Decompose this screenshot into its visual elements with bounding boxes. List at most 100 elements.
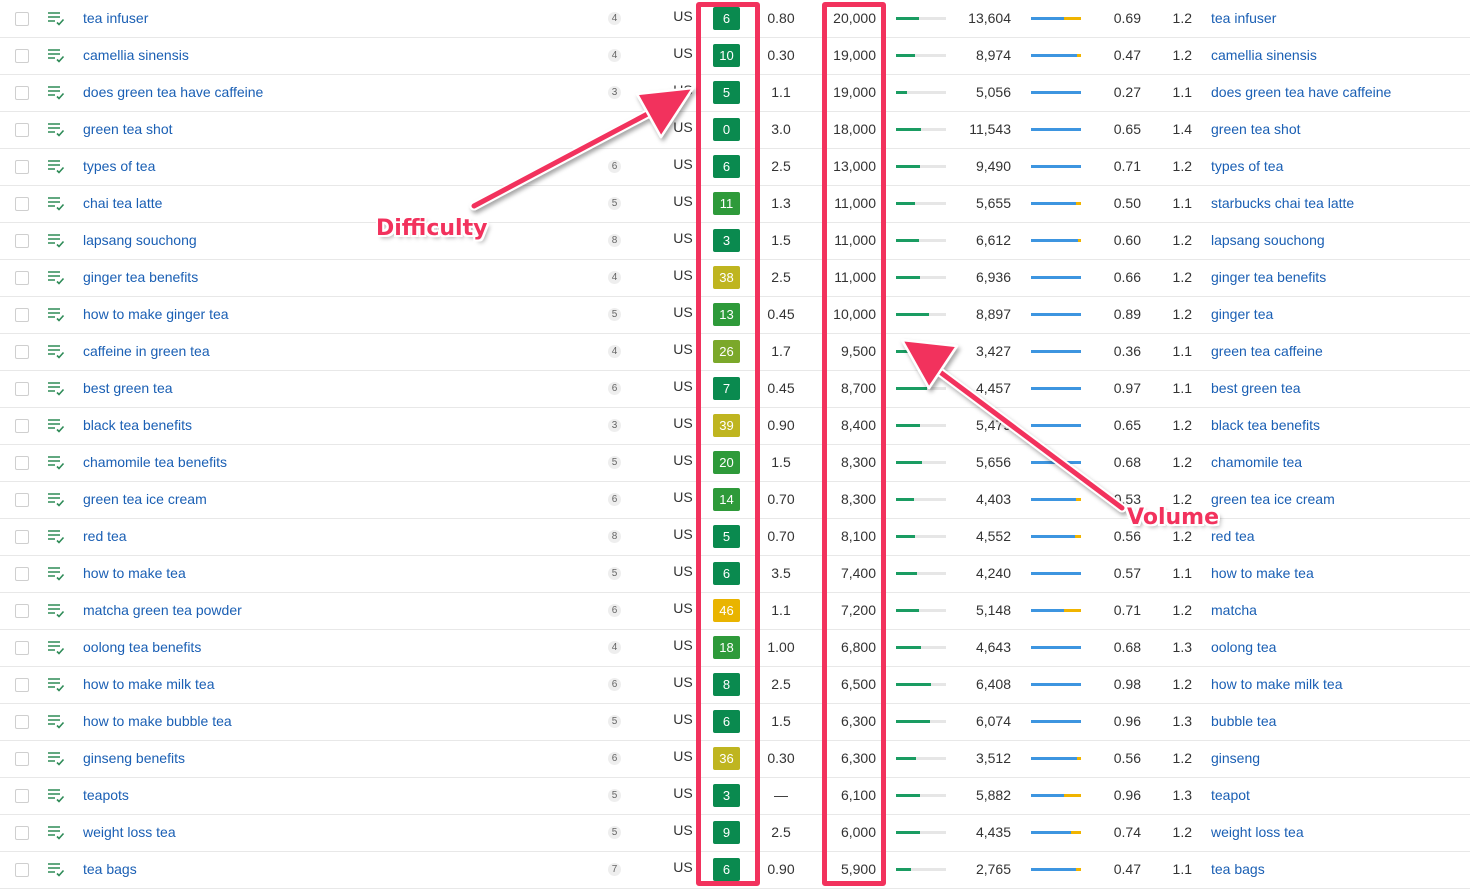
parent-topic-link[interactable]: bubble tea (1211, 703, 1276, 740)
serp-features-badge[interactable]: 5 (608, 715, 621, 728)
serp-features-badge[interactable]: 6 (608, 752, 621, 765)
parent-topic-link[interactable]: ginseng (1211, 740, 1260, 777)
add-to-list-icon[interactable] (47, 824, 65, 840)
serp-features-badge[interactable]: 6 (608, 678, 621, 691)
add-to-list-icon[interactable] (47, 491, 65, 507)
keyword-link[interactable]: teapots (83, 777, 129, 814)
serp-features-badge[interactable]: 5 (608, 456, 621, 469)
row-checkbox[interactable] (15, 530, 29, 544)
keyword-link[interactable]: ginger tea benefits (83, 259, 198, 296)
serp-features-badge[interactable]: 3 (608, 419, 621, 432)
row-checkbox[interactable] (15, 160, 29, 174)
row-checkbox[interactable] (15, 234, 29, 248)
add-to-list-icon[interactable] (47, 121, 65, 137)
row-checkbox[interactable] (15, 641, 29, 655)
keyword-link[interactable]: how to make ginger tea (83, 296, 229, 333)
serp-features-badge[interactable]: 5 (608, 308, 621, 321)
keyword-link[interactable]: green tea ice cream (83, 481, 207, 518)
add-to-list-icon[interactable] (47, 47, 65, 63)
row-checkbox[interactable] (15, 456, 29, 470)
serp-features-badge[interactable]: 5 (608, 826, 621, 839)
serp-features-badge[interactable]: 4 (608, 49, 621, 62)
parent-topic-link[interactable]: weight loss tea (1211, 814, 1304, 851)
keyword-link[interactable]: green tea shot (83, 111, 173, 148)
parent-topic-link[interactable]: ginger tea benefits (1211, 259, 1326, 296)
keyword-link[interactable]: tea bags (83, 851, 137, 888)
keyword-link[interactable]: red tea (83, 518, 127, 555)
add-to-list-icon[interactable] (47, 158, 65, 174)
serp-features-badge[interactable]: 5 (608, 789, 621, 802)
row-checkbox[interactable] (15, 271, 29, 285)
row-checkbox[interactable] (15, 86, 29, 100)
serp-features-badge[interactable]: 5 (608, 567, 621, 580)
serp-features-badge[interactable]: 6 (608, 160, 621, 173)
parent-topic-link[interactable]: oolong tea (1211, 629, 1276, 666)
row-checkbox[interactable] (15, 123, 29, 137)
serp-features-badge[interactable]: 6 (608, 382, 621, 395)
serp-features-badge[interactable]: 8 (608, 530, 621, 543)
add-to-list-icon[interactable] (47, 343, 65, 359)
add-to-list-icon[interactable] (47, 528, 65, 544)
add-to-list-icon[interactable] (47, 10, 65, 26)
keyword-link[interactable]: how to make bubble tea (83, 703, 232, 740)
serp-features-badge[interactable]: 4 (608, 641, 621, 654)
row-checkbox[interactable] (15, 789, 29, 803)
keyword-link[interactable]: weight loss tea (83, 814, 176, 851)
parent-topic-link[interactable]: black tea benefits (1211, 407, 1320, 444)
keyword-link[interactable]: black tea benefits (83, 407, 192, 444)
keyword-link[interactable]: does green tea have caffeine (83, 74, 263, 111)
keyword-link[interactable]: how to make tea (83, 555, 186, 592)
add-to-list-icon[interactable] (47, 713, 65, 729)
add-to-list-icon[interactable] (47, 84, 65, 100)
add-to-list-icon[interactable] (47, 639, 65, 655)
parent-topic-link[interactable]: green tea caffeine (1211, 333, 1323, 370)
add-to-list-icon[interactable] (47, 380, 65, 396)
parent-topic-link[interactable]: green tea shot (1211, 111, 1301, 148)
parent-topic-link[interactable]: tea infuser (1211, 0, 1276, 37)
serp-features-badge[interactable]: 4 (608, 12, 621, 25)
keyword-link[interactable]: oolong tea benefits (83, 629, 201, 666)
parent-topic-link[interactable]: camellia sinensis (1211, 37, 1317, 74)
keyword-link[interactable]: chai tea latte (83, 185, 162, 222)
add-to-list-icon[interactable] (47, 861, 65, 877)
keyword-link[interactable]: types of tea (83, 148, 155, 185)
parent-topic-link[interactable]: how to make tea (1211, 555, 1314, 592)
row-checkbox[interactable] (15, 49, 29, 63)
keyword-link[interactable]: best green tea (83, 370, 173, 407)
add-to-list-icon[interactable] (47, 602, 65, 618)
row-checkbox[interactable] (15, 567, 29, 581)
keyword-link[interactable]: chamomile tea benefits (83, 444, 227, 481)
row-checkbox[interactable] (15, 493, 29, 507)
parent-topic-link[interactable]: does green tea have caffeine (1211, 74, 1391, 111)
row-checkbox[interactable] (15, 826, 29, 840)
row-checkbox[interactable] (15, 715, 29, 729)
parent-topic-link[interactable]: teapot (1211, 777, 1250, 814)
parent-topic-link[interactable]: how to make milk tea (1211, 666, 1343, 703)
row-checkbox[interactable] (15, 419, 29, 433)
keyword-link[interactable]: tea infuser (83, 0, 148, 37)
serp-features-badge[interactable]: 3 (608, 86, 621, 99)
add-to-list-icon[interactable] (47, 195, 65, 211)
serp-features-badge[interactable]: 8 (608, 234, 621, 247)
row-checkbox[interactable] (15, 197, 29, 211)
serp-features-badge[interactable]: 4 (608, 345, 621, 358)
row-checkbox[interactable] (15, 752, 29, 766)
row-checkbox[interactable] (15, 604, 29, 618)
add-to-list-icon[interactable] (47, 565, 65, 581)
keyword-link[interactable]: caffeine in green tea (83, 333, 210, 370)
keyword-link[interactable]: lapsang souchong (83, 222, 197, 259)
serp-features-badge[interactable]: 7 (608, 863, 621, 876)
parent-topic-link[interactable]: chamomile tea (1211, 444, 1302, 481)
parent-topic-link[interactable]: ginger tea (1211, 296, 1273, 333)
parent-topic-link[interactable]: matcha (1211, 592, 1257, 629)
parent-topic-link[interactable]: starbucks chai tea latte (1211, 185, 1354, 222)
keyword-link[interactable]: camellia sinensis (83, 37, 189, 74)
serp-features-badge[interactable]: 6 (608, 493, 621, 506)
row-checkbox[interactable] (15, 382, 29, 396)
add-to-list-icon[interactable] (47, 454, 65, 470)
serp-features-badge[interactable]: 5 (608, 197, 621, 210)
parent-topic-link[interactable]: tea bags (1211, 851, 1265, 888)
add-to-list-icon[interactable] (47, 676, 65, 692)
add-to-list-icon[interactable] (47, 232, 65, 248)
row-checkbox[interactable] (15, 308, 29, 322)
